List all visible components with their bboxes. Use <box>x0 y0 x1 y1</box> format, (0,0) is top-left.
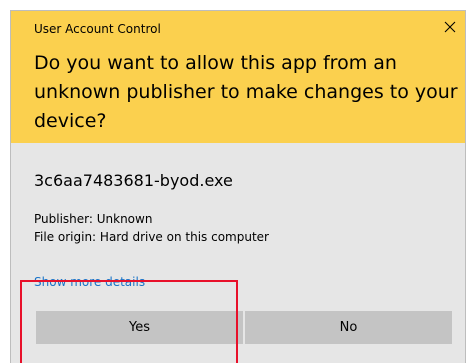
show-more-details-link[interactable]: Show more details <box>34 275 145 289</box>
prompt-question: Do you want to allow this app from an un… <box>34 52 458 132</box>
dialog-header: User Account Control Do you want to allo… <box>11 11 465 143</box>
dialog-title: User Account Control <box>34 22 161 36</box>
yes-button[interactable]: Yes <box>36 311 243 344</box>
file-origin-text: File origin: Hard drive on this computer <box>34 230 269 244</box>
uac-dialog: User Account Control Do you want to allo… <box>10 10 466 363</box>
close-button[interactable] <box>439 16 461 38</box>
app-name: 3c6aa7483681-byod.exe <box>34 171 233 190</box>
publisher-text: Publisher: Unknown <box>34 212 153 226</box>
no-button[interactable]: No <box>245 311 452 344</box>
close-icon <box>444 21 456 33</box>
